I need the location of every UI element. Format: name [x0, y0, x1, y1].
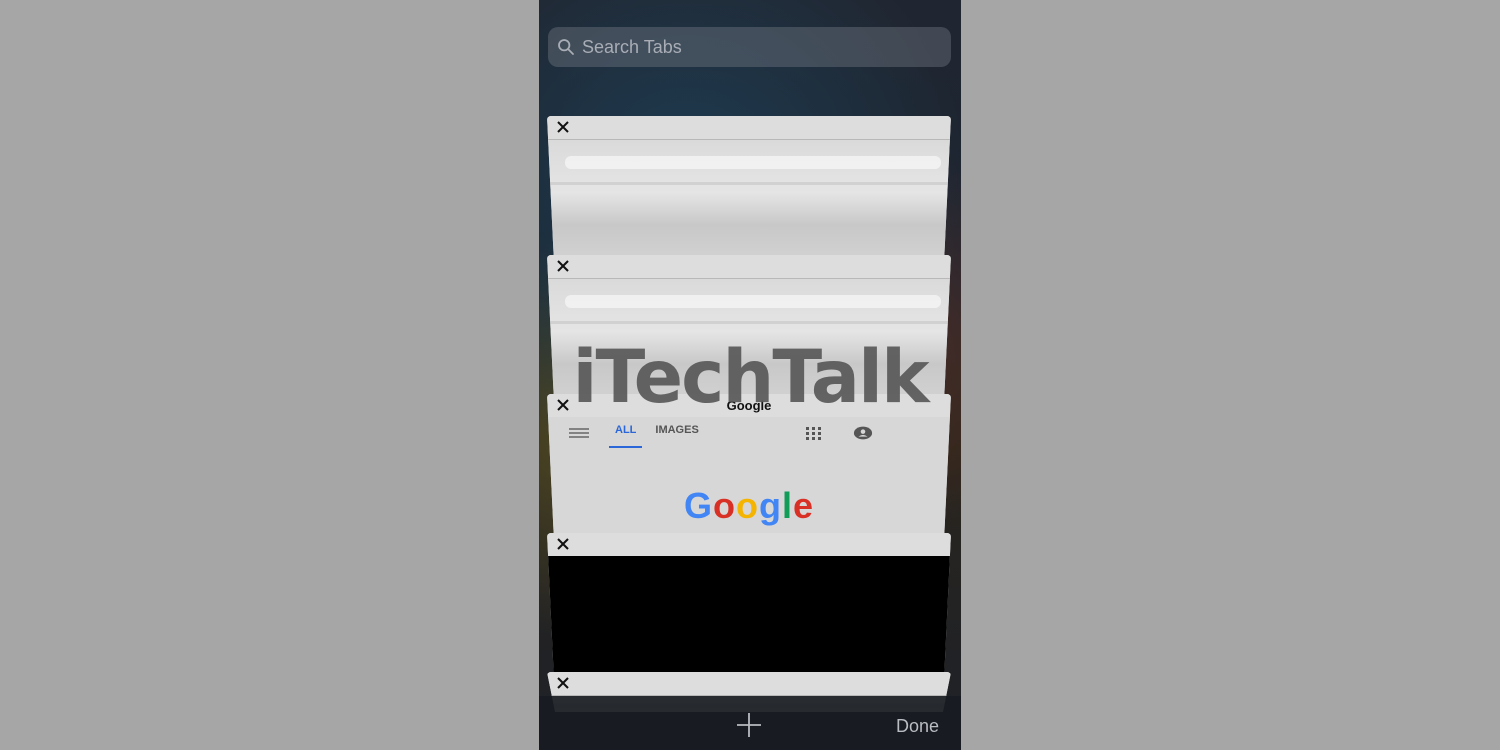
close-icon	[557, 260, 569, 272]
plus-icon	[737, 713, 761, 737]
google-images-tab[interactable]: IMAGES	[655, 418, 698, 448]
tab-switcher-toolbar: Done	[539, 696, 961, 750]
google-logo-letter-l: l	[781, 485, 793, 526]
close-tab-4-button[interactable]	[554, 535, 572, 553]
close-icon	[557, 677, 569, 689]
tab-card-header	[547, 255, 951, 279]
google-search-tabs: ALL IMAGES	[547, 417, 951, 449]
google-logo-letter-o: o	[735, 485, 759, 526]
close-tab-1-button[interactable]	[554, 118, 572, 136]
close-tab-2-button[interactable]	[554, 257, 572, 275]
close-icon	[557, 538, 569, 550]
tab-card-header	[547, 533, 951, 557]
hamburger-menu-icon	[567, 427, 591, 440]
done-button[interactable]: Done	[896, 716, 939, 736]
google-logo-letter-g: G	[683, 485, 713, 526]
tab-card-header	[547, 116, 951, 140]
search-tabs-placeholder: Search Tabs	[582, 37, 682, 57]
safari-tab-switcher: Search Tabs Google ALL IMAGES Google iTe…	[539, 0, 961, 750]
google-all-tab[interactable]: ALL	[609, 418, 643, 448]
google-logo-letter-g: g	[758, 485, 782, 526]
google-logo: Google	[547, 487, 951, 525]
search-icon	[557, 38, 575, 56]
account-icon[interactable]	[853, 425, 873, 441]
google-logo-letter-e: e	[793, 485, 815, 526]
search-tabs-field[interactable]: Search Tabs	[548, 27, 951, 67]
close-icon	[557, 121, 569, 133]
apps-grid-icon[interactable]	[804, 425, 824, 441]
new-tab-button[interactable]	[735, 711, 763, 739]
itechtalk-watermark: iTechTalk	[572, 335, 929, 420]
close-tab-5-button[interactable]	[554, 674, 572, 692]
tab-card-header	[547, 672, 951, 696]
google-logo-letter-o: o	[712, 485, 736, 526]
screenshot-background: Search Tabs Google ALL IMAGES Google iTe…	[0, 0, 1500, 750]
